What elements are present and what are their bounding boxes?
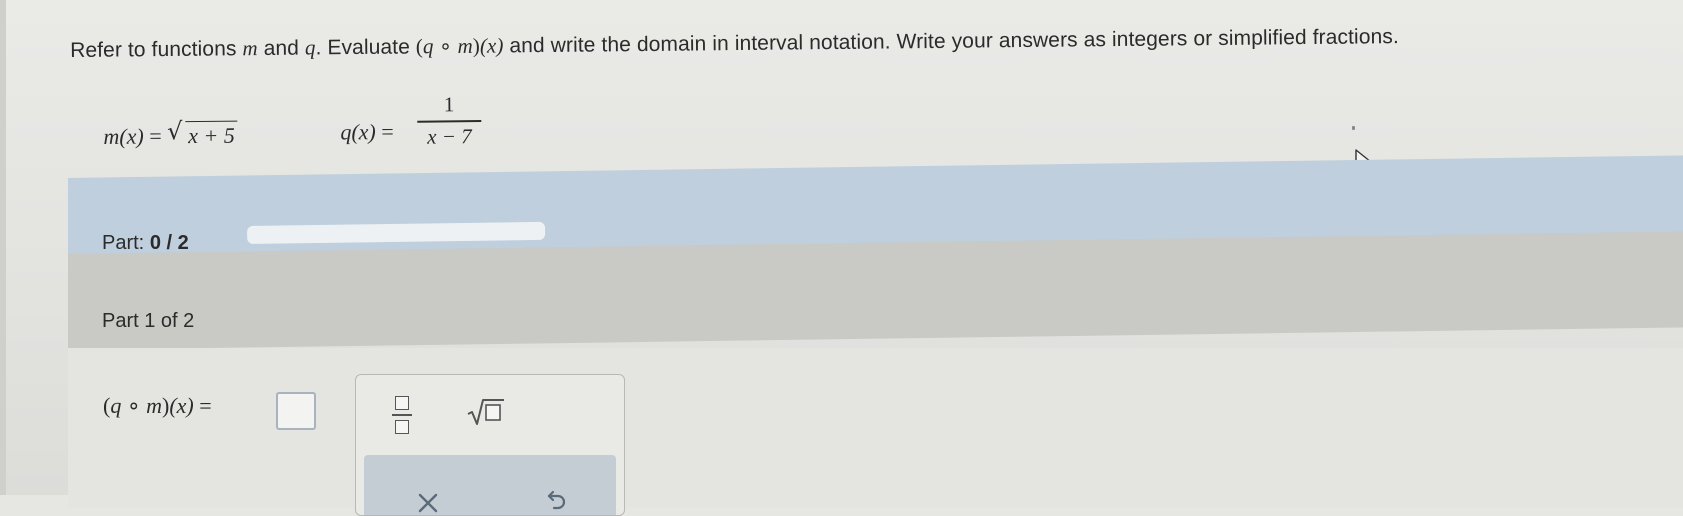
m-equals: = bbox=[144, 123, 168, 148]
answer-input[interactable] bbox=[276, 392, 316, 430]
function-m-definition: m(x) = √x + 5 bbox=[103, 121, 238, 150]
ans-circle: ∘ bbox=[121, 393, 146, 418]
q-fraction: 1 x − 7 bbox=[413, 92, 486, 149]
q-denominator: x − 7 bbox=[413, 121, 485, 149]
part-1-title: Part 1 of 2 bbox=[102, 310, 194, 333]
ans-arg-x: (x) bbox=[169, 393, 193, 418]
square-root-template-icon[interactable] bbox=[466, 397, 506, 427]
fraction-denominator-box-icon bbox=[395, 420, 409, 434]
left-edge-shadow bbox=[0, 0, 6, 495]
q-lhs-arg: (x) bbox=[351, 119, 376, 144]
fraction-numerator-box-icon bbox=[395, 396, 409, 410]
ans-m: m bbox=[146, 393, 162, 418]
screen-speck bbox=[1352, 126, 1355, 130]
q-equals: = bbox=[376, 119, 394, 144]
instruction-text-evaluate: . Evaluate bbox=[315, 35, 416, 59]
m-radicand: x + 5 bbox=[185, 121, 238, 150]
ans-equals: = bbox=[194, 393, 212, 418]
instruction-text-and: and bbox=[258, 37, 305, 60]
part-progress-value: 0 / 2 bbox=[150, 232, 189, 254]
m-lhs-arg: (x) bbox=[119, 124, 144, 149]
undo-arrow-icon[interactable] bbox=[544, 487, 568, 511]
fraction-template-button[interactable] bbox=[392, 396, 412, 440]
function-definitions: m(x) = √x + 5 q(x) = 1 x − 7 bbox=[103, 91, 604, 166]
m-sqrt: √x + 5 bbox=[167, 121, 238, 150]
tool-action-bar bbox=[364, 455, 616, 515]
comp-arg-x: (x) bbox=[480, 33, 504, 57]
function-name-q: q bbox=[305, 35, 316, 59]
instruction-text-prefix: Refer to functions bbox=[70, 37, 243, 62]
function-q-definition: q(x) = bbox=[340, 119, 394, 146]
answer-expression: (q ∘ m)(x) = bbox=[103, 393, 212, 419]
sqrt-icon: √ bbox=[167, 117, 183, 145]
comp-circle: ∘ bbox=[433, 34, 457, 58]
fraction-bar-icon bbox=[392, 414, 412, 416]
comp-m: m bbox=[457, 34, 473, 58]
q-lhs-name: q bbox=[340, 119, 351, 144]
m-lhs-name: m bbox=[103, 124, 119, 149]
composition-expression: (q ∘ m)(x) bbox=[416, 33, 504, 58]
ans-q: q bbox=[110, 393, 121, 418]
function-name-m: m bbox=[242, 36, 258, 60]
q-numerator: 1 bbox=[413, 92, 485, 121]
part-progress-label-text: Part: bbox=[102, 232, 144, 254]
